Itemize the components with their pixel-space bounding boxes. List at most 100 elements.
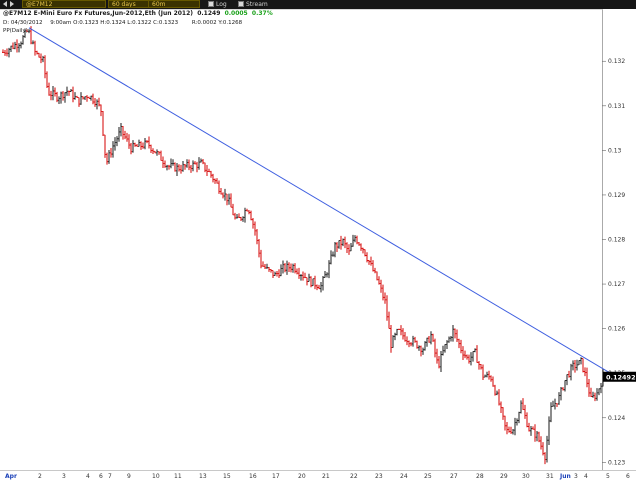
ohlc-bar [214, 178, 216, 184]
ohlc-bar [256, 228, 258, 245]
ohlc-bar [572, 360, 574, 371]
ohlc-bar [592, 391, 594, 398]
ohlc-bar [250, 210, 252, 221]
ohlc-bar [200, 158, 202, 163]
ohlc-bar [220, 188, 222, 195]
ohlc-bar [584, 367, 586, 377]
ohlc-bar [92, 93, 94, 105]
ohlc-bar [550, 402, 552, 423]
y-tick-label: 0.124 [608, 415, 625, 422]
ohlc-bar [416, 340, 418, 349]
ohlc-bar [2, 49, 4, 54]
ohlc-bar [468, 354, 470, 364]
x-tick-label: 17 [272, 473, 280, 480]
ohlc-bar [12, 42, 14, 50]
x-tick-label: 24 [400, 473, 408, 480]
ohlc-bar [458, 338, 460, 349]
ohlc-bar [148, 136, 150, 149]
price-change-pct: 0.37% [251, 10, 273, 17]
ohlc-bar [410, 342, 412, 347]
ohlc-bar [460, 339, 462, 354]
ohlc-bar [76, 95, 78, 98]
ohlc-bar [68, 90, 70, 96]
ohlc-bar [86, 95, 88, 102]
ohlc-bar [450, 336, 452, 342]
ohlc-bar [482, 364, 484, 381]
ohlc-bar [8, 47, 10, 58]
ohlc-bar [74, 92, 76, 100]
ohlc-bar [130, 143, 132, 155]
ohlc-bar [300, 274, 302, 281]
ohlc-bar [500, 401, 502, 413]
ohlc-bar [198, 157, 200, 170]
ohlc-bar [204, 162, 206, 173]
ohlc-bar [270, 269, 272, 273]
ohlc-bar [306, 277, 308, 286]
ohlc-bar [112, 141, 114, 158]
ohlc-bar [62, 91, 64, 101]
ohlc-bar [186, 159, 188, 168]
x-tick-label: 5 [606, 473, 610, 480]
y-tick-label: 0.123 [608, 459, 625, 466]
ohlc-bar [84, 96, 86, 100]
ohlc-bar [202, 158, 204, 165]
ohlc-bar [432, 333, 434, 342]
ohlc-bar [452, 325, 454, 342]
ohlc-bar [34, 40, 36, 56]
ohlc-bar [440, 351, 442, 373]
ohlc-bar [304, 272, 306, 279]
trendline[interactable] [28, 27, 619, 379]
ohlc-bar [216, 178, 218, 184]
ohlc-bar [600, 383, 602, 394]
ohlc-bar [36, 50, 38, 55]
ohlc-bar [72, 86, 74, 103]
x-tick-label: 20 [298, 473, 306, 480]
ohlc-bar [470, 352, 472, 366]
ohlc-bar [196, 161, 198, 173]
ohlc-bar [532, 426, 534, 430]
readout-high: H:0.1324 [100, 20, 126, 26]
ohlc-bar [286, 260, 288, 275]
ohlc-bar [368, 260, 370, 265]
ohlc-bar [360, 243, 362, 251]
ohlc-bar [314, 275, 316, 290]
ohlc-bar [596, 388, 598, 401]
last-price: 0.1249 [197, 10, 221, 17]
x-tick-label: 11 [174, 473, 182, 480]
y-axis-ticks: 0.1320.1310.130.1290.1280.1270.1260.1250… [602, 58, 625, 466]
ohlc-bar [428, 335, 430, 343]
chart-title-line: @E7M12 E-Mini Euro Fx Futures,Jun-2012,E… [3, 10, 273, 17]
ohlc-bar [182, 160, 184, 172]
ohlc-bar [242, 216, 244, 222]
ohlc-bar [530, 426, 532, 436]
ohlc-bar [254, 221, 256, 236]
ohlc-bar [52, 85, 54, 101]
x-tick-label: 23 [375, 473, 383, 480]
ohlc-bar [374, 267, 376, 274]
ohlc-bar [288, 262, 290, 273]
y-tick-label: 0.127 [608, 281, 625, 288]
ohlc-bar [290, 263, 292, 273]
ohlc-bar [218, 180, 220, 194]
price-change: 0.0005 [224, 10, 248, 17]
ohlc-bar [560, 386, 562, 401]
ohlc-bar [194, 161, 196, 165]
x-tick-label: 10 [152, 473, 160, 480]
ohlc-bar [14, 41, 16, 50]
ohlc-bar [272, 270, 274, 279]
ohlc-bar [338, 239, 340, 249]
ohlc-bar [424, 341, 426, 351]
ohlc-bar [454, 328, 456, 339]
ohlc-bar [326, 272, 328, 278]
ohlc-bar [156, 149, 158, 156]
ohlc-bar [342, 238, 344, 247]
ohlc-bar [466, 354, 468, 360]
ohlc-bar [284, 263, 286, 273]
x-tick-label: 6 [626, 473, 630, 480]
ohlc-bar [430, 331, 432, 345]
ohlc-bar [394, 332, 396, 341]
ohlc-bar [44, 55, 46, 79]
ohlc-bar [514, 417, 516, 436]
ohlc-bar [568, 370, 570, 378]
ohlc-bar [494, 384, 496, 396]
